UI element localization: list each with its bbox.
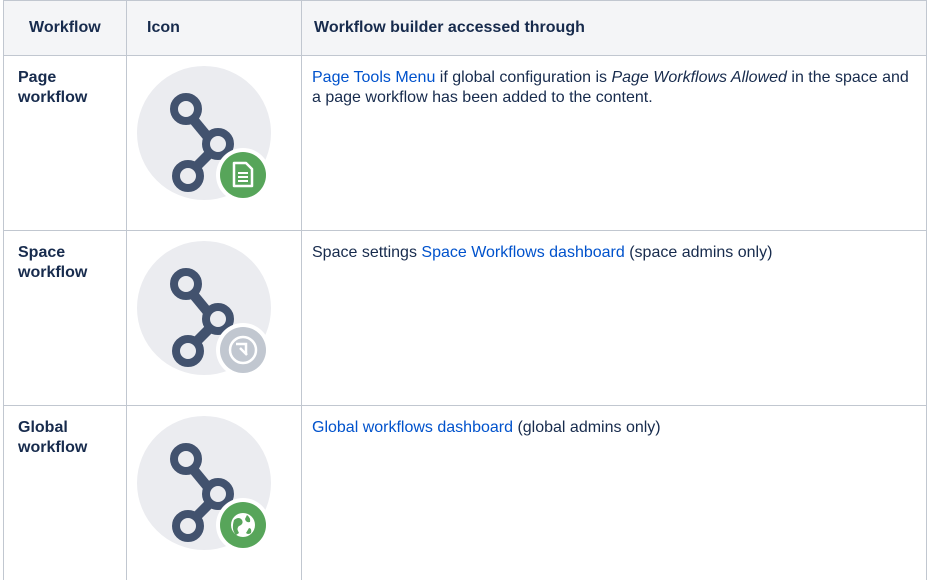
workflow-name-cell: Page workflow [4,56,127,231]
page-tools-menu-link[interactable]: Page Tools Menu [312,69,435,86]
global-workflow-icon [137,416,277,556]
space-workflow-icon [137,241,277,381]
description-text: (global admins only) [513,419,661,436]
header-builder: Workflow builder accessed through [302,1,927,56]
header-workflow: Workflow [4,1,127,56]
description-text: if global configuration is [435,69,611,86]
description-text: Space settings [312,244,421,261]
header-icon: Icon [127,1,302,56]
page-workflow-icon [137,66,277,206]
workflow-name: workflow [18,439,87,456]
workflow-name: workflow [18,264,87,281]
workflow-name: Page [18,69,56,86]
description-italic: Page Workflows Allowed [611,69,786,86]
workflow-name: Global [18,419,68,436]
table-row-page-workflow: Page workflow [4,56,927,231]
description-text: (space admins only) [625,244,773,261]
icon-cell [127,231,302,406]
icon-cell [127,406,302,580]
space-workflows-dashboard-link[interactable]: Space Workflows dashboard [421,244,624,261]
workflow-table: Workflow Icon Workflow builder accessed … [3,0,927,580]
table-row-global-workflow: Global workflow [4,406,927,580]
description-cell: Page Tools Menu if global configuration … [302,56,927,231]
workflow-name-cell: Space workflow [4,231,127,406]
table-header-row: Workflow Icon Workflow builder accessed … [4,1,927,56]
workflow-name-cell: Global workflow [4,406,127,580]
icon-cell [127,56,302,231]
description-cell: Global workflows dashboard (global admin… [302,406,927,580]
table-row-space-workflow: Space workflow [4,231,927,406]
description-cell: Space settings Space Workflows dashboard… [302,231,927,406]
workflow-name: workflow [18,89,87,106]
workflow-name: Space [18,244,65,261]
global-workflows-dashboard-link[interactable]: Global workflows dashboard [312,419,513,436]
